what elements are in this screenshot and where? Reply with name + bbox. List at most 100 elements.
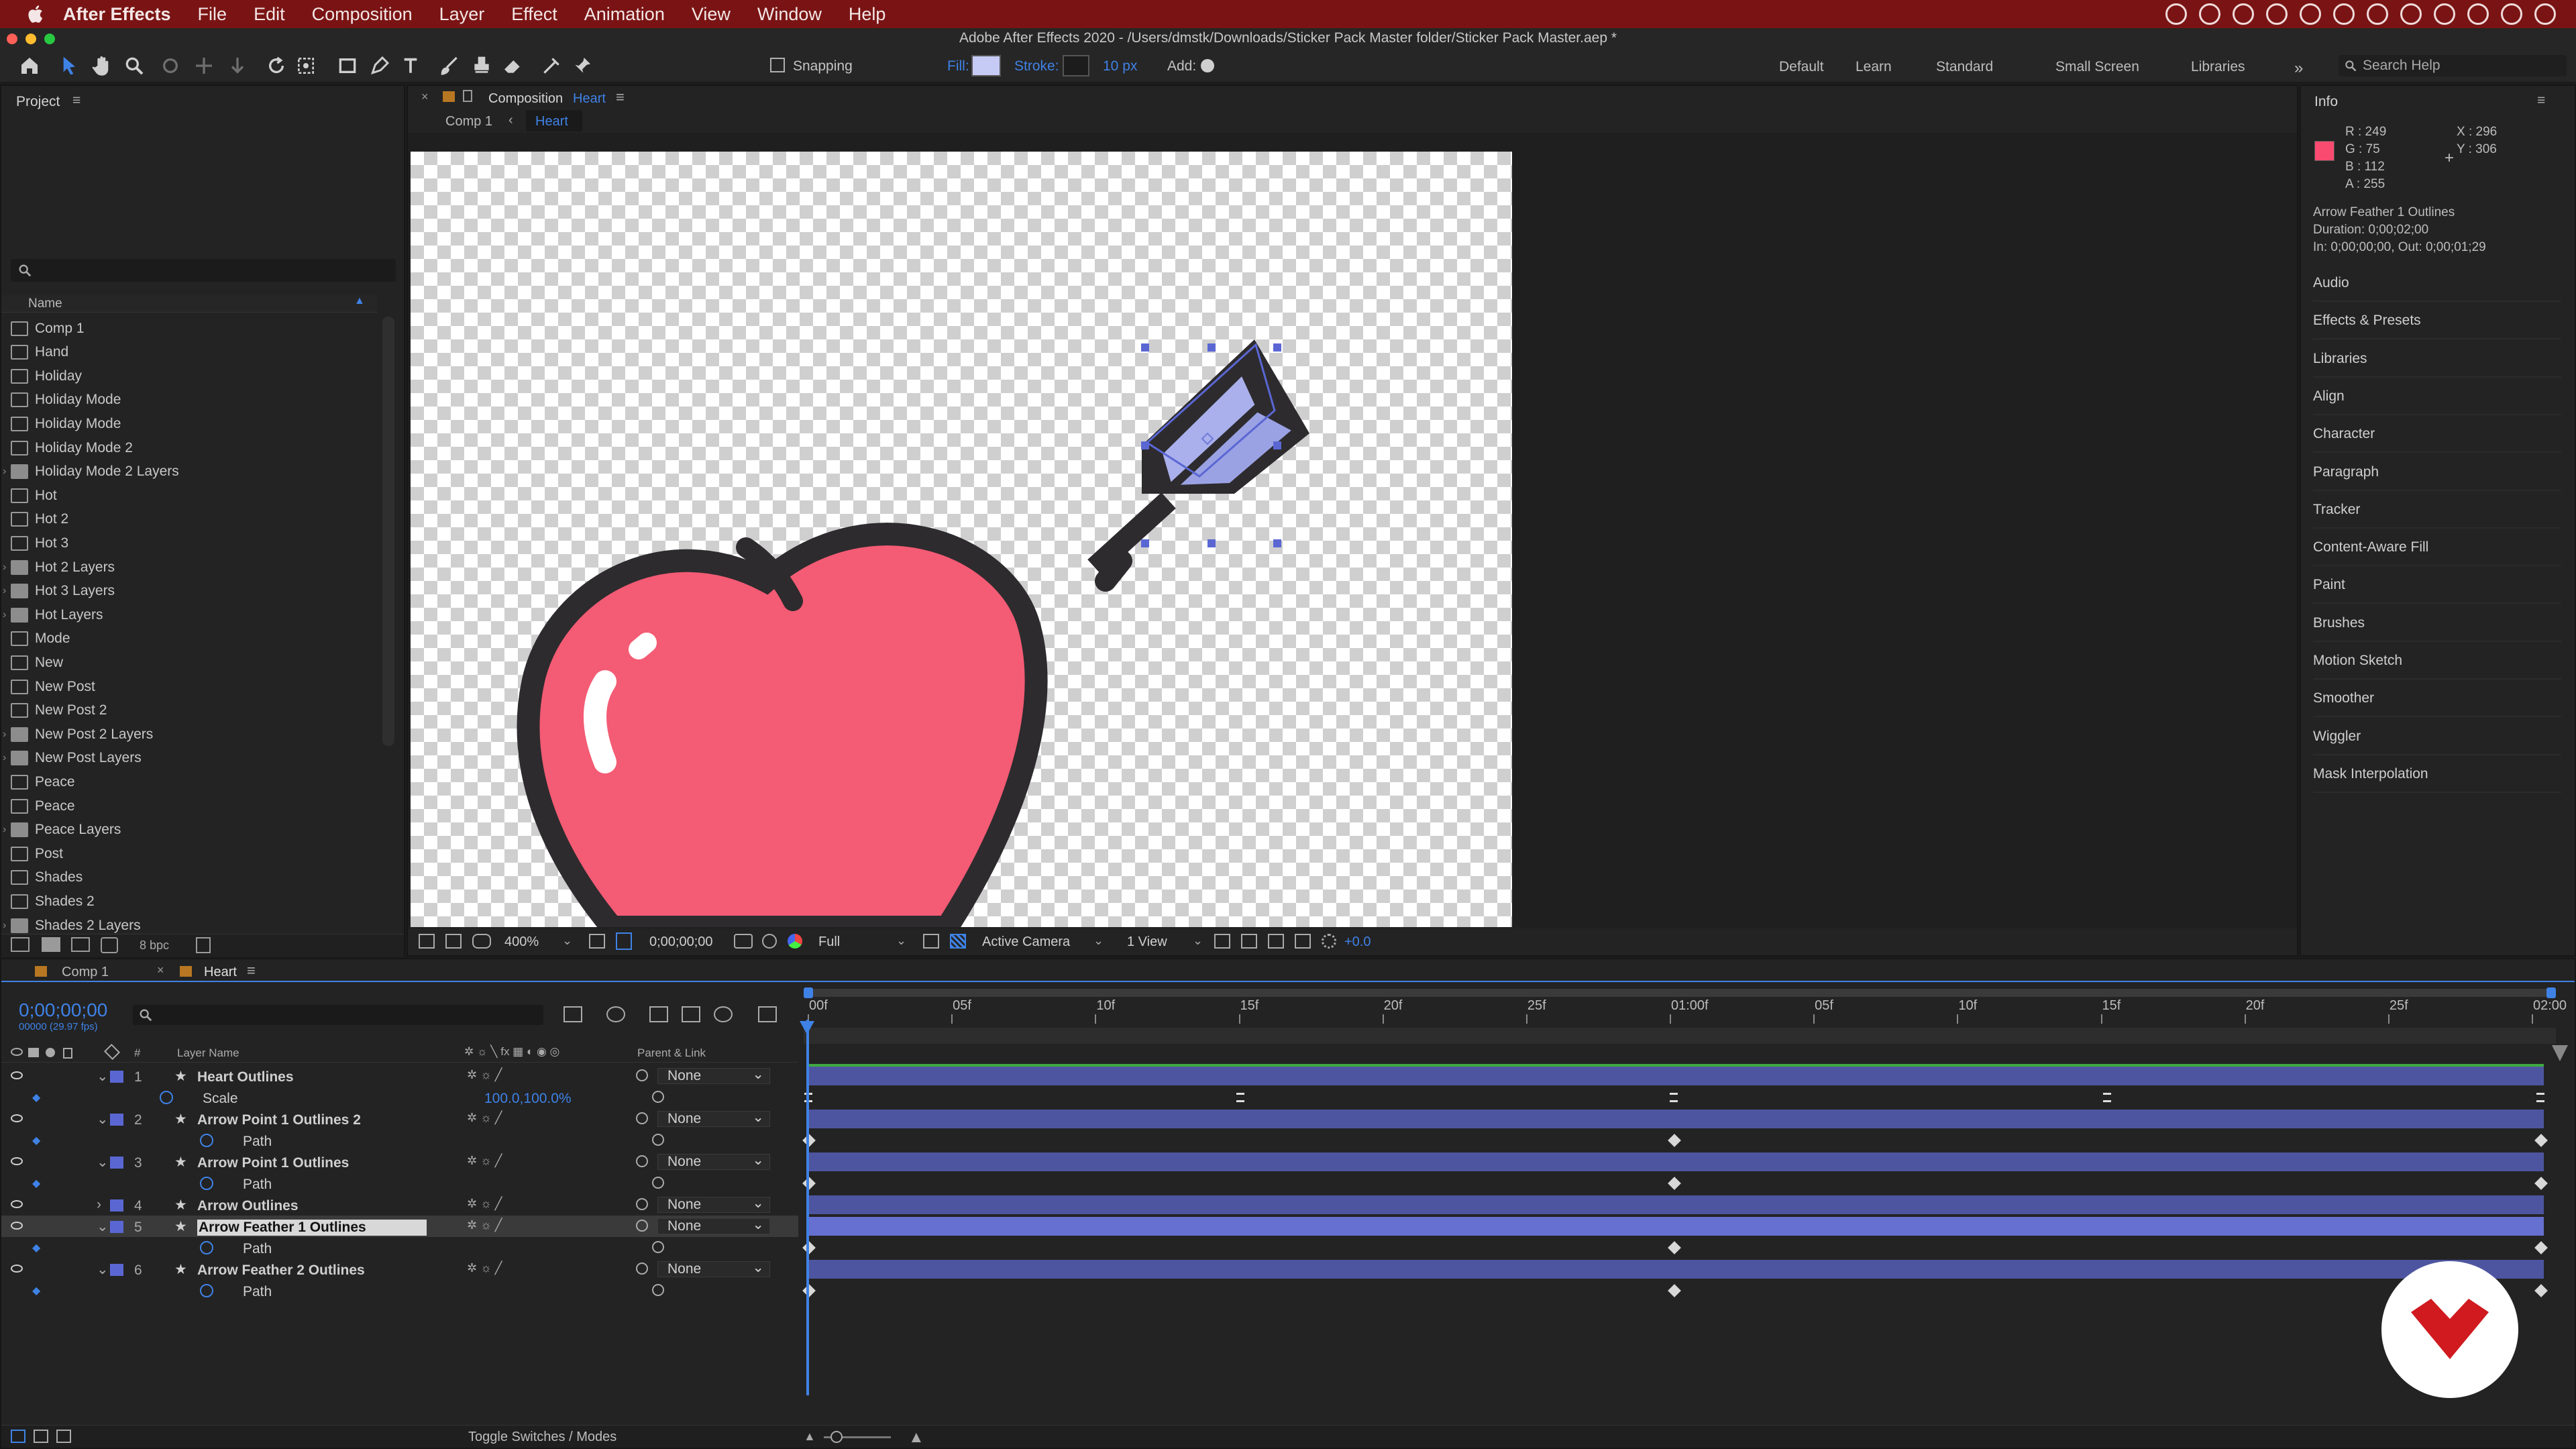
rectangle-tool-icon[interactable]: [337, 55, 358, 76]
project-folder-item[interactable]: › Hot 2 Layers: [3, 555, 115, 579]
keyframe[interactable]: [2536, 1093, 2544, 1102]
zoom-tool-icon[interactable]: [123, 55, 145, 76]
keyframe[interactable]: [802, 1177, 816, 1190]
keyframe[interactable]: [1668, 1284, 1681, 1297]
panel-align[interactable]: Align: [2313, 378, 2561, 415]
project-comp-item[interactable]: New: [11, 651, 63, 674]
rotation-tool-icon[interactable]: [266, 55, 287, 76]
home-icon[interactable]: [19, 55, 40, 76]
expand-chevron-icon[interactable]: ›: [3, 824, 6, 836]
anchor-tool-icon[interactable]: [295, 55, 317, 76]
workspace-overflow-icon[interactable]: »: [2294, 59, 2303, 78]
stroke-swatch[interactable]: [1063, 55, 1089, 76]
keyframe[interactable]: [802, 1134, 816, 1147]
magnification-dropdown[interactable]: 400% ⌄: [498, 932, 578, 951]
fast-previews-icon[interactable]: [1241, 934, 1257, 949]
project-comp-item[interactable]: Shades: [11, 866, 83, 890]
menu-help[interactable]: Help: [849, 4, 886, 25]
menu-composition[interactable]: Composition: [312, 4, 413, 25]
tray-icon[interactable]: [2165, 3, 2187, 25]
breadcrumb-heart-tab[interactable]: Heart: [526, 110, 582, 131]
camera-view-dropdown[interactable]: Active Camera ⌄: [975, 932, 1110, 951]
interpret-footage-icon[interactable]: [11, 937, 30, 952]
panel-brushes[interactable]: Brushes: [2313, 604, 2561, 642]
label-tag-icon[interactable]: [103, 1043, 121, 1061]
project-search-input[interactable]: [11, 259, 396, 282]
panel-paragraph[interactable]: Paragraph: [2313, 453, 2561, 491]
layer-switches-icon[interactable]: [11, 1430, 25, 1443]
stroke-width-value[interactable]: 10 px: [1103, 58, 1137, 74]
menu-effect[interactable]: Effect: [511, 4, 557, 25]
wifi-icon[interactable]: [2400, 3, 2422, 25]
lock-icon[interactable]: [63, 1048, 72, 1059]
brush-tool-icon[interactable]: [439, 55, 460, 76]
project-comp-item[interactable]: New Post 2: [11, 699, 107, 722]
workspace-small-screen[interactable]: Small Screen: [2055, 59, 2139, 75]
zoom-out-icon[interactable]: ▲: [804, 1430, 816, 1444]
display-icon[interactable]: [2434, 3, 2455, 25]
layer-duration-bar[interactable]: [806, 1217, 2544, 1236]
menu-window[interactable]: Window: [757, 4, 822, 25]
expand-chevron-icon[interactable]: ›: [3, 466, 6, 478]
selection-tool-icon[interactable]: [59, 55, 80, 76]
project-comp-item[interactable]: Holiday Mode: [11, 412, 121, 435]
column-parent-link[interactable]: Parent & Link: [637, 1046, 706, 1060]
project-comp-item[interactable]: Mode: [11, 627, 70, 651]
work-area-band[interactable]: [804, 1028, 2556, 1044]
panel-motion-sketch[interactable]: Motion Sketch: [2313, 642, 2561, 680]
keyframe[interactable]: [1236, 1093, 1244, 1102]
show-channel-icon[interactable]: [788, 934, 802, 949]
menu-file[interactable]: File: [198, 4, 227, 25]
motion-blur-icon[interactable]: [714, 1006, 733, 1022]
panel-menu-icon[interactable]: ≡: [247, 962, 256, 979]
close-tab-icon[interactable]: ×: [421, 90, 429, 104]
keyframe[interactable]: [1668, 1134, 1681, 1147]
keyframe[interactable]: [1668, 1241, 1681, 1254]
stroke-label[interactable]: Stroke:: [1014, 58, 1059, 74]
toggle-switches-modes-button[interactable]: Toggle Switches / Modes: [468, 1430, 616, 1445]
composition-tab-name[interactable]: Heart: [573, 91, 606, 107]
tray-icon[interactable]: [2300, 3, 2321, 25]
transparency-grid-icon[interactable]: [950, 934, 966, 949]
new-folder-icon[interactable]: [42, 937, 60, 952]
vr-goggles-icon[interactable]: [472, 934, 491, 949]
snapshot-camera-icon[interactable]: [734, 934, 753, 949]
exposure-icon[interactable]: [1322, 934, 1336, 949]
project-comp-item[interactable]: Holiday Mode 2: [11, 436, 133, 460]
time-ruler[interactable]: 00f 05f 10f 15f 20f 25f 01:00f 05f 10f 15f 20f 25f 0…: [804, 987, 2567, 1045]
close-tab-icon[interactable]: ×: [157, 963, 164, 977]
work-area-bar[interactable]: [804, 989, 2556, 997]
in-out-stretch-icon[interactable]: [56, 1430, 71, 1443]
region-of-interest-icon[interactable]: [923, 934, 939, 949]
project-comp-item[interactable]: Hot: [11, 484, 57, 507]
new-composition-icon[interactable]: [71, 937, 90, 952]
keyframe[interactable]: [802, 1241, 816, 1254]
panel-menu-icon[interactable]: ≡: [2537, 93, 2545, 109]
project-comp-item[interactable]: Peace: [11, 770, 75, 794]
keyframe[interactable]: [2103, 1093, 2111, 1102]
project-comp-item[interactable]: Peace: [11, 794, 75, 818]
breadcrumb-comp1[interactable]: Comp 1: [445, 114, 492, 129]
fill-label[interactable]: Fill:: [947, 58, 969, 74]
user-avatar[interactable]: [2534, 3, 2556, 25]
project-comp-item[interactable]: Holiday: [11, 364, 82, 388]
trash-icon[interactable]: [196, 937, 211, 953]
tray-icon[interactable]: [2333, 3, 2355, 25]
project-folder-item[interactable]: › New Post 2 Layers: [3, 722, 153, 746]
layer-duration-bar[interactable]: [806, 1195, 2544, 1214]
zoom-window-button[interactable]: [44, 34, 55, 44]
panel-wiggler[interactable]: Wiggler: [2313, 718, 2561, 755]
show-snapshot-icon[interactable]: [762, 934, 777, 949]
heart-arrow-artwork[interactable]: [411, 152, 1512, 927]
keyframe[interactable]: [1668, 1177, 1681, 1190]
roto-brush-icon[interactable]: [541, 55, 562, 76]
project-comp-item[interactable]: Post: [11, 842, 63, 865]
comp-end-marker[interactable]: [2552, 1045, 2568, 1061]
project-folder-item[interactable]: › Holiday Mode 2 Layers: [3, 460, 179, 484]
snapping-checkbox[interactable]: [770, 58, 785, 72]
toggle-mask-visibility-icon[interactable]: [616, 932, 632, 950]
workspace-standard[interactable]: Standard: [1936, 59, 1993, 75]
project-folder-item[interactable]: › Hot 3 Layers: [3, 580, 115, 603]
title-action-safe-icon[interactable]: [589, 934, 605, 949]
project-comp-item[interactable]: New Post: [11, 675, 95, 698]
